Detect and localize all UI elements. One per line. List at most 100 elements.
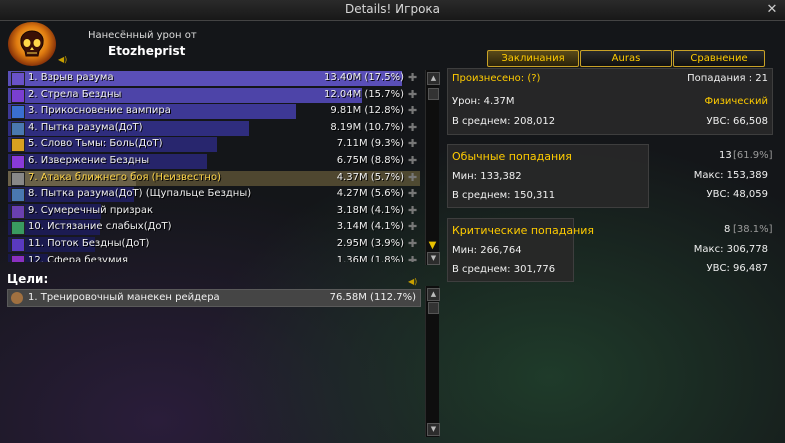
spell-damage-value: 8.19M (10.7%)	[330, 121, 404, 133]
target-row[interactable]: 1. Тренировочный манекен рейдера 76.58M …	[7, 289, 421, 307]
spell-damage-value: 12.04M (15.7%)	[323, 88, 404, 100]
burning-skull-icon	[8, 22, 56, 66]
school-label: Физический	[704, 96, 768, 107]
spell-name: 4. Пытка разума(ДоТ)	[28, 121, 143, 133]
tab-spells[interactable]: Заклинания	[487, 50, 579, 67]
expand-icon[interactable]: ✚	[408, 105, 419, 116]
normal-dps-label: УВС: 48,059	[706, 189, 768, 200]
damage-caption: Нанесённый урон от	[88, 30, 197, 41]
summary-panel: Произнесено: (?) Попадания : 21 Урон: 4.…	[447, 68, 773, 135]
scroll-up-icon[interactable]: ▲	[427, 288, 440, 301]
spell-name: 11. Поток Бездны(ДоТ)	[28, 237, 150, 249]
spell-row[interactable]: 1. Взрыв разума 13.40M (17.5%) ✚	[8, 70, 420, 87]
speaker-icon[interactable]: ◀)	[408, 277, 417, 286]
spell-row[interactable]: 6. Извержение Бездны 6.75M (8.8%) ✚	[8, 153, 420, 170]
expand-icon[interactable]: ✚	[408, 188, 419, 199]
crit-dps-label: УВС: 96,487	[706, 263, 768, 274]
spell-name: 3. Прикосновение вампира	[28, 105, 171, 117]
scroll-thumb[interactable]	[428, 302, 439, 314]
spell-damage-value: 7.11M (9.3%)	[336, 138, 404, 150]
scroll-down-icon[interactable]: ▼	[427, 423, 440, 436]
expand-icon[interactable]: ✚	[408, 138, 419, 149]
expand-icon[interactable]: ✚	[408, 172, 419, 183]
targets-scrollbar[interactable]: ▲ ▼	[425, 286, 440, 437]
crit-hits-count: 8	[724, 224, 731, 235]
normal-min-label: Мин: 133,382	[452, 171, 522, 182]
spell-name: 5. Слово Тьмы: Боль(ДоТ)	[28, 138, 163, 150]
void-bolt-icon	[11, 88, 25, 103]
spell-row[interactable]: 12. Сфера безумия 1.36M (1.8%) ✚	[8, 253, 420, 262]
scroll-more-icon: ▼	[428, 240, 437, 251]
normal-hits-panel: Обычные попадания Мин: 133,382 В среднем…	[447, 144, 649, 208]
close-icon[interactable]: ✕	[765, 3, 779, 17]
expand-icon[interactable]: ✚	[408, 238, 419, 249]
mind-flay-icon	[11, 121, 25, 136]
expand-icon[interactable]: ✚	[408, 155, 419, 166]
expand-icon[interactable]: ✚	[408, 89, 419, 100]
spell-row[interactable]: 10. Истязание слабых(ДоТ) 3.14M (4.1%) ✚	[8, 219, 420, 236]
target-dummy-icon	[11, 292, 23, 304]
spell-damage-value: 9.81M (12.8%)	[330, 105, 404, 117]
spell-name: 8. Пытка разума(ДоТ) (Щупальце Бездны)	[28, 188, 252, 200]
title-bar[interactable]: Details! Игрока ✕	[0, 0, 785, 21]
spell-name: 12. Сфера безумия	[28, 254, 129, 262]
crit-min-label: Мин: 266,764	[452, 245, 522, 256]
cast-count-label[interactable]: Произнесено: (?)	[452, 73, 540, 84]
crit-hits-pct: [38.1%]	[733, 224, 773, 235]
spell-damage-value: 4.37M (5.7%)	[336, 171, 404, 183]
expand-icon[interactable]: ✚	[408, 122, 419, 133]
expand-icon[interactable]: ✚	[408, 72, 419, 83]
crit-avg-label: В среднем: 301,776	[452, 264, 556, 275]
spell-name: 10. Истязание слабых(ДоТ)	[28, 221, 172, 233]
spell-list-scrollbar[interactable]: ▲ ▼ ▼	[425, 70, 440, 265]
normal-hits-pct: [61.9%]	[733, 150, 773, 161]
spell-row[interactable]: 9. Сумеречный призрак 3.18M (4.1%) ✚	[8, 203, 420, 220]
normal-hits-title: Обычные попадания	[452, 150, 572, 163]
speaker-icon[interactable]: ◀)	[58, 55, 67, 64]
crit-hits-panel: Критические попадания Мин: 266,764 В сре…	[447, 218, 594, 282]
mind-flay-icon	[11, 188, 25, 203]
average-label: В среднем: 208,012	[452, 116, 556, 127]
scroll-thumb[interactable]	[428, 88, 439, 100]
spell-list: 1. Взрыв разума 13.40M (17.5%) ✚ 2. Стрела …	[8, 70, 420, 262]
normal-max-label: Макс: 153,389	[693, 170, 768, 181]
sword-icon	[11, 171, 25, 186]
spell-damage-value: 6.75M (8.8%)	[336, 154, 404, 166]
spell-name: 7. Атака ближнего боя (Неизвестно)	[28, 171, 221, 183]
player-name: Etozheprist	[108, 44, 186, 58]
spell-damage-value: 4.27M (5.6%)	[336, 188, 404, 200]
normal-avg-label: В среднем: 150,311	[452, 190, 556, 201]
expand-icon[interactable]: ✚	[408, 221, 419, 232]
scroll-up-icon[interactable]: ▲	[427, 72, 440, 85]
spell-name: 6. Извержение Бездны	[28, 154, 150, 166]
shadow-word-pain-icon	[11, 138, 25, 153]
spell-row[interactable]: 7. Атака ближнего боя (Неизвестно) 4.37M …	[8, 170, 420, 187]
spell-damage-value: 3.18M (4.1%)	[336, 204, 404, 216]
shadow-orb-icon	[11, 254, 25, 262]
targets-label: Цели:	[7, 272, 49, 286]
normal-hits-count: 13	[719, 150, 732, 161]
spell-row[interactable]: 4. Пытка разума(ДоТ) 8.19M (10.7%) ✚	[8, 120, 420, 137]
expand-icon[interactable]: ✚	[408, 205, 419, 216]
spell-damage-value: 1.36M (1.8%)	[336, 254, 404, 262]
shadowy-apparition-icon	[11, 204, 25, 219]
spell-row[interactable]: 11. Поток Бездны(ДоТ) 2.95M (3.9%) ✚	[8, 236, 420, 253]
spell-name: 1. Взрыв разума	[28, 72, 114, 83]
scroll-down-icon[interactable]: ▼	[427, 252, 440, 265]
window-title: Details! Игрока	[344, 2, 441, 16]
details-player-window: Details! Игрока ✕ ◀) Нанесённый урон от …	[0, 0, 785, 443]
tab-compare[interactable]: Сравнение	[673, 50, 765, 67]
tab-auras[interactable]: Auras	[580, 50, 672, 67]
torment-icon	[11, 221, 25, 236]
vampiric-touch-icon	[11, 105, 25, 120]
void-eruption-icon	[11, 154, 25, 169]
spell-row[interactable]: 2. Стрела Бездны 12.04M (15.7%) ✚	[8, 87, 420, 104]
hits-label: Попадания : 21	[687, 73, 768, 84]
spell-row[interactable]: 3. Прикосновение вампира 9.81M (12.8%) ✚	[8, 103, 420, 120]
target-name: 1. Тренировочный манекен рейдера	[28, 292, 220, 303]
expand-icon[interactable]: ✚	[408, 255, 419, 262]
dps-label: УВС: 66,508	[706, 116, 768, 127]
spell-row[interactable]: 5. Слово Тьмы: Боль(ДоТ) 7.11M (9.3%) ✚	[8, 136, 420, 153]
spell-row[interactable]: 8. Пытка разума(ДоТ) (Щупальце Бездны) 4.…	[8, 186, 420, 203]
crit-hits-title: Критические попадания	[452, 224, 595, 237]
